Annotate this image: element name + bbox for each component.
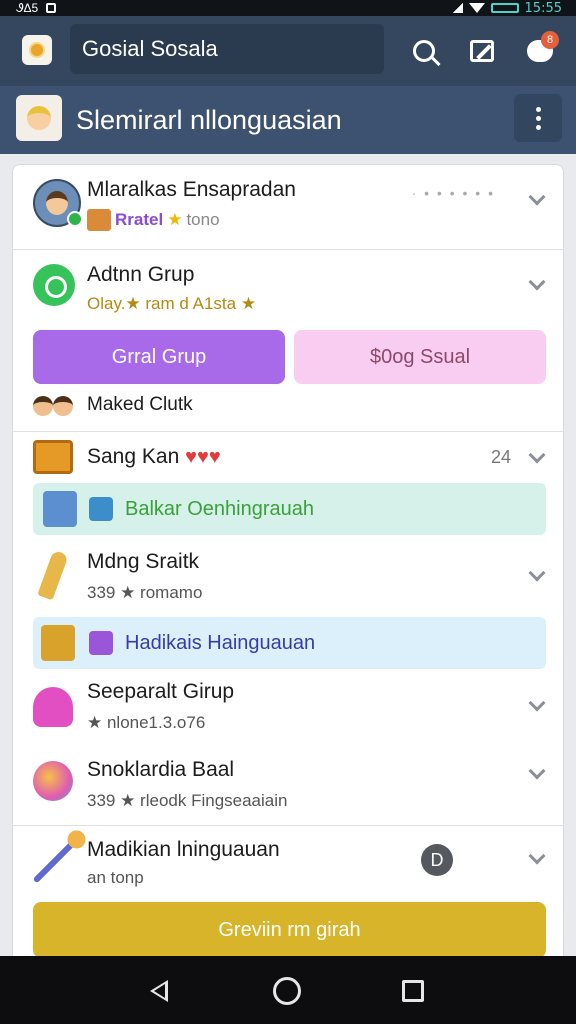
edit-icon	[470, 40, 494, 62]
item-name: Mdng Sraitk	[87, 550, 200, 573]
blue-banner[interactable]: Hadikais Hainguauan	[33, 617, 546, 669]
green-banner-text: Balkar Oenhingrauah	[125, 498, 315, 520]
signal-icon	[452, 3, 463, 13]
item-name: Snoklardia Baal	[87, 758, 235, 781]
app-bar: Gosial Sosala 8	[0, 16, 576, 86]
more-options-button[interactable]	[514, 94, 562, 142]
item-count: 24	[490, 447, 511, 467]
app-logo-icon[interactable]	[22, 35, 52, 65]
ticket-icon	[41, 625, 75, 661]
item-sub: 339 ★ rleodk Fingseaaiain	[87, 791, 288, 810]
item-sub: ★ nlone1.3.o76	[87, 713, 206, 732]
chat-badge: 8	[541, 31, 559, 49]
battery-icon	[490, 3, 519, 13]
whatsapp-icon	[33, 264, 75, 306]
item-name: Maked Clutk	[87, 394, 193, 415]
system-navbar	[0, 956, 576, 1024]
blue-banner-text: Hadikais Hainguauan	[125, 632, 316, 654]
star-icon: ★	[167, 210, 183, 229]
status-left-text: ᏭΔ5	[16, 0, 39, 15]
item-name: Mlaralkas Ensapradan	[87, 178, 296, 201]
chat-button[interactable]: 8	[522, 31, 559, 69]
recent-apps-icon[interactable]	[402, 980, 424, 1002]
item-name: Adtnn Grup	[87, 263, 195, 286]
home-icon	[89, 631, 113, 655]
search-icon	[413, 40, 435, 62]
chevron-down-icon[interactable]	[528, 273, 546, 291]
item-name: Sang Kan ♥♥♥	[87, 445, 221, 468]
face-icon	[27, 106, 51, 130]
chevron-down-icon[interactable]	[528, 188, 546, 206]
home-button-icon[interactable]	[273, 977, 301, 1005]
wifi-icon	[468, 3, 485, 13]
box-icon	[87, 209, 111, 231]
item-sub: 339 ★ romamo	[87, 583, 203, 602]
status-bar: ᏭΔ5 15:55	[0, 0, 576, 16]
ball-icon	[33, 761, 73, 801]
group-title: Slemirarl nllonguasian	[76, 105, 342, 135]
clock: 15:55	[524, 0, 562, 16]
item-extra: · • • • • • •	[411, 185, 495, 201]
notification-icon	[46, 3, 57, 13]
group-list: Mlaralkas Ensapradan Rratel ★ tono · • •…	[12, 164, 564, 964]
chevron-down-icon[interactable]	[528, 694, 546, 712]
chevron-down-icon[interactable]	[528, 847, 546, 865]
green-banner[interactable]: Balkar Oenhingrauah	[33, 483, 546, 535]
list-item[interactable]: Seeparalt Girup ★ nlone1.3.o76	[13, 673, 563, 749]
item-sub: an tonp	[87, 868, 144, 887]
item-name: Madikian lninguauan	[87, 838, 280, 861]
item-sub: Olay.★ ram d A1sta ★	[87, 294, 257, 313]
item-tag-secondary: tono	[186, 210, 220, 229]
chevron-down-icon[interactable]	[528, 762, 546, 780]
list-item[interactable]: Mlaralkas Ensapradan Rratel ★ tono · • •…	[13, 165, 563, 249]
chevron-down-icon[interactable]	[528, 564, 546, 582]
group-avatar[interactable]	[16, 95, 62, 141]
chevron-down-icon[interactable]	[528, 446, 546, 464]
list-item[interactable]: Adtnn Grup Olay.★ ram d A1sta ★ Grral Gr…	[13, 250, 563, 430]
list-item[interactable]: Sang Kan ♥♥♥ 24	[13, 432, 563, 490]
list-item[interactable]: Mdng Sraitk 339 ★ romamo	[13, 543, 563, 619]
skirt-icon	[33, 687, 73, 727]
item-tag: Rratel	[115, 210, 164, 229]
status-icon: D	[421, 844, 453, 876]
compose-button[interactable]	[464, 33, 500, 69]
wand-icon	[32, 836, 80, 884]
people-icon	[33, 396, 73, 416]
item-name: Seeparalt Girup	[87, 680, 235, 703]
general-group-button[interactable]: Grral Grup	[33, 330, 285, 384]
search-button[interactable]	[406, 33, 442, 69]
pencil-icon	[37, 549, 69, 601]
app-title[interactable]: Gosial Sosala	[70, 24, 384, 74]
primary-action-button[interactable]: Greviin rm girah	[33, 902, 546, 958]
avatar-icon	[33, 179, 83, 227]
person-badge-icon	[43, 491, 77, 527]
chat-icon: 8	[527, 31, 559, 62]
hearts-icon: ♥♥♥	[185, 446, 221, 468]
back-icon[interactable]	[150, 980, 168, 1002]
crate-icon	[33, 440, 73, 474]
grid-icon	[89, 497, 113, 521]
social-button[interactable]: $0og Ssual	[294, 330, 546, 384]
list-item[interactable]: Madikian lninguauan an tonp D	[13, 826, 563, 896]
group-header: Slemirarl nllonguasian	[0, 86, 576, 154]
list-item[interactable]: Snoklardia Baal 339 ★ rleodk Fingseaaiai…	[13, 751, 563, 825]
